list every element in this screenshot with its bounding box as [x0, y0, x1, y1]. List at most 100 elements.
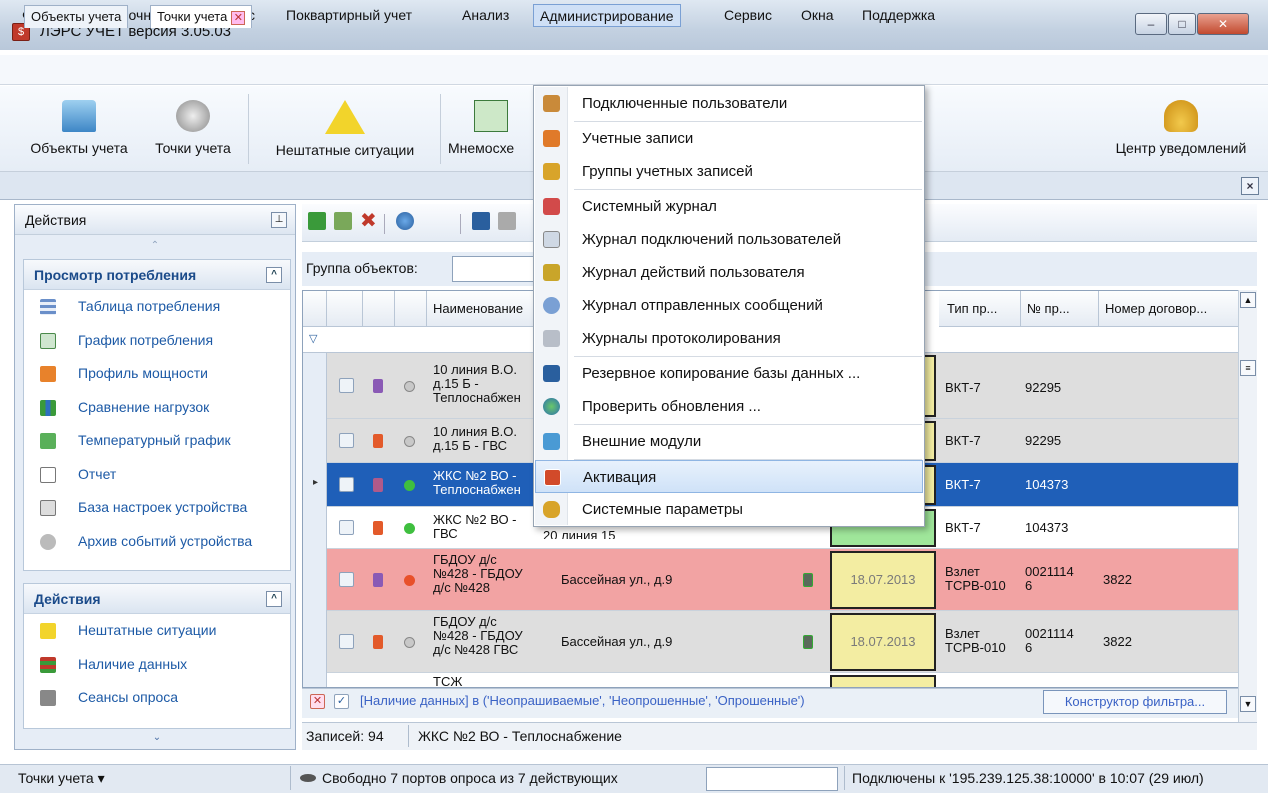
ports-icon [300, 774, 316, 782]
action-consumption-chart[interactable]: График потребления [24, 324, 290, 358]
tab-objects[interactable]: Объекты учета [24, 5, 129, 28]
menu-service[interactable]: Сервис [718, 4, 778, 27]
menu-analysis[interactable]: Анализ [456, 4, 515, 27]
grid-scrollbar[interactable]: ▲ ≡ ▼ [1238, 290, 1257, 722]
menu-item-sent-messages-log[interactable]: Журнал отправленных сообщений [535, 289, 923, 322]
ribbon-points-button[interactable]: Точки учета [144, 86, 242, 172]
delete-icon[interactable]: ✖ [360, 211, 378, 231]
scroll-up-icon[interactable]: ⌃ [15, 235, 295, 257]
action-poll-sessions[interactable]: Сеансы опроса [24, 681, 290, 715]
col-number-header[interactable]: № пр... [1021, 291, 1099, 327]
menu-item-account-groups[interactable]: Группы учетных записей [535, 155, 923, 188]
menu-item-system-log[interactable]: Системный журнал [535, 190, 923, 223]
cell-number: 104373 [1025, 478, 1069, 492]
warning-icon [325, 100, 365, 134]
status-view-selector[interactable]: Точки учета ▾ [18, 770, 105, 787]
action-report[interactable]: Отчет [24, 458, 290, 492]
table-icon [40, 299, 56, 316]
cell-number: 0021114 6 [1025, 627, 1074, 655]
row-checkbox[interactable] [339, 433, 354, 448]
row-checkbox[interactable] [339, 520, 354, 535]
close-document-icon[interactable]: × [1241, 177, 1259, 195]
menu-item-check-updates[interactable]: Проверить обновления ... [535, 390, 923, 423]
action-load-compare[interactable]: Сравнение нагрузок [24, 391, 290, 425]
menu-apartment[interactable]: Поквартирный учет [280, 4, 418, 27]
scroll-up-icon[interactable]: ▲ [1240, 292, 1256, 308]
date-cell: 18.07.2013 [830, 613, 936, 671]
refresh-icon[interactable] [396, 212, 414, 230]
save-icon[interactable] [472, 212, 490, 230]
ribbon-separator [440, 94, 441, 164]
row-checkbox[interactable] [339, 572, 354, 587]
filter-builder-button[interactable]: Конструктор фильтра... [1043, 690, 1227, 714]
grid-header [363, 291, 395, 327]
column-chooser-icon[interactable]: ≡ [1240, 360, 1256, 376]
collapse-icon[interactable]: ^ [266, 267, 282, 283]
cell-name: 10 линия В.О. д.15 Б - Теплоснабжен [433, 363, 521, 405]
col-type-header[interactable]: Тип пр... [941, 291, 1021, 327]
menu-item-backup[interactable]: Резервное копирование базы данных ... [535, 357, 923, 390]
scroll-down-icon[interactable]: ⌄ [23, 731, 291, 745]
pin-icon[interactable]: ⊥ [271, 212, 287, 228]
minimize-button[interactable]: – [1135, 13, 1167, 35]
row-checkbox[interactable] [339, 634, 354, 649]
menu-support[interactable]: Поддержка [856, 4, 941, 27]
add-icon[interactable] [308, 212, 326, 230]
menu-item-connected-users[interactable]: Подключенные пользователи [535, 87, 923, 120]
ribbon-objects-button[interactable]: Объекты учета [16, 86, 142, 172]
row-checkbox[interactable] [339, 378, 354, 393]
consumption-group-header[interactable]: Просмотр потребления ^ [24, 260, 290, 290]
menu-item-user-actions-log[interactable]: Журнал действий пользователя [535, 256, 923, 289]
filter-enabled-checkbox[interactable]: ✓ [334, 694, 349, 709]
actions-group-header[interactable]: Действия ^ [24, 584, 290, 614]
action-temperature-chart[interactable]: Температурный график [24, 424, 290, 458]
cell-number: 92295 [1025, 434, 1062, 448]
consumption-group: Просмотр потребления ^ Таблица потреблени… [23, 259, 291, 571]
clear-filter-icon[interactable]: ✕ [310, 694, 325, 709]
menu-item-protocol-logs[interactable]: Журналы протоколирования [535, 322, 923, 355]
filter-expression[interactable]: [Наличие данных] в ('Неопрашиваемые', 'Н… [360, 693, 805, 708]
edit-icon[interactable] [334, 212, 352, 230]
archive-icon [40, 533, 56, 550]
status-ports: Свободно 7 портов опроса из 7 действующи… [322, 770, 618, 786]
modules-icon [543, 433, 560, 450]
print-icon[interactable] [498, 212, 516, 230]
account-icon [543, 130, 560, 147]
action-data-availability[interactable]: Наличие данных [24, 648, 290, 682]
ribbon-notifications-button[interactable]: Центр уведомлений [1100, 86, 1262, 172]
toolbar-separator [384, 214, 385, 234]
col-contract-header[interactable]: Номер договор... [1099, 291, 1239, 327]
document-icon [40, 466, 56, 483]
cell-name: ЖКС №2 ВО - ГВС [433, 513, 517, 541]
ribbon-mnemo-button[interactable]: Мнемосхе [444, 86, 532, 172]
current-row-marker: ▸ [313, 477, 319, 488]
menu-bar [0, 55, 1268, 85]
action-power-profile[interactable]: Профиль мощности [24, 357, 290, 391]
date-cell: 18.07.2013 [830, 551, 936, 609]
action-incidents[interactable]: Нештатные ситуации [24, 614, 290, 648]
collapse-icon[interactable]: ^ [266, 591, 282, 607]
cell-number: 92295 [1025, 381, 1062, 395]
group-select[interactable] [452, 256, 542, 282]
close-button[interactable]: ✕ [1197, 13, 1249, 35]
action-consumption-table[interactable]: Таблица потребления [24, 290, 290, 324]
row-checkbox[interactable] [339, 477, 354, 492]
scroll-down-icon[interactable]: ▼ [1240, 696, 1256, 712]
menu-item-activation[interactable]: Активация [535, 460, 923, 493]
menu-item-accounts[interactable]: Учетные записи [535, 122, 923, 155]
status-gray-icon [404, 436, 415, 447]
close-tab-icon[interactable]: ✕ [231, 10, 246, 25]
menu-item-connection-log[interactable]: Журнал подключений пользователей [535, 223, 923, 256]
tab-points[interactable]: Точки учета ✕ [150, 5, 253, 28]
menu-item-external-modules[interactable]: Внешние модули [535, 425, 923, 458]
menu-administration[interactable]: Администрирование [533, 4, 681, 27]
menu-item-system-parameters[interactable]: Системные параметры [535, 493, 923, 526]
action-device-events[interactable]: Архив событий устройства [24, 525, 290, 559]
ribbon-separator [248, 94, 249, 164]
action-device-settings[interactable]: База настроек устройства [24, 491, 290, 525]
menu-windows[interactable]: Окна [795, 4, 840, 27]
maximize-button[interactable]: □ [1168, 13, 1196, 35]
filter-icon[interactable]: ▽ [309, 332, 317, 345]
ribbon-incidents-button[interactable]: Нештатные ситуации [256, 86, 434, 172]
status-connection: Подключены к '195.239.125.38:10000' в 10… [852, 770, 1204, 786]
